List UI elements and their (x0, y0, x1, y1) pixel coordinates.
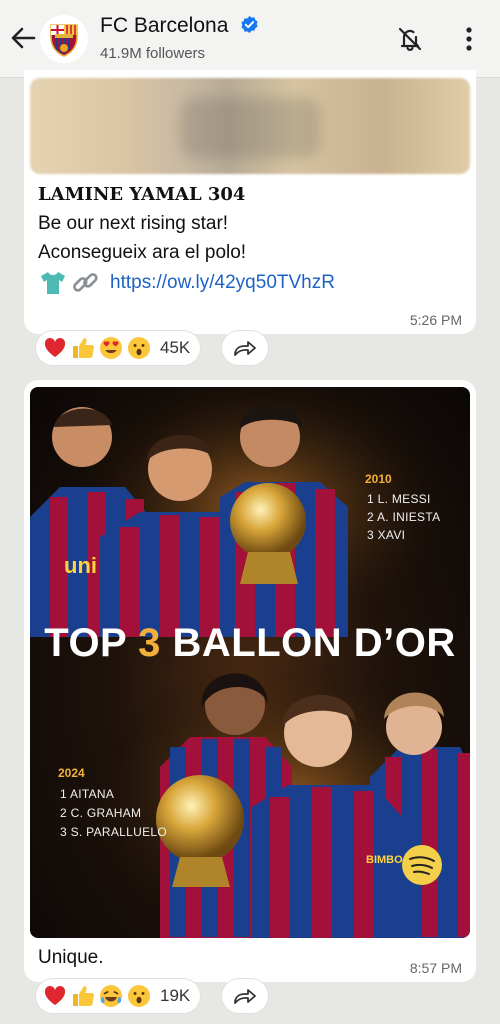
back-arrow-icon[interactable] (8, 23, 38, 53)
message-time: 8:57 PM (409, 960, 462, 976)
channel-header: FC Barcelona 41.9M followers (0, 0, 500, 78)
link-chain-icon (73, 273, 98, 292)
reactions-bar[interactable]: 45K (36, 331, 201, 365)
channel-name[interactable]: FC Barcelona (100, 14, 259, 38)
message-link[interactable]: https://ow.ly/42yq50TVhzR (110, 272, 335, 294)
shirt-sponsor-text: uni (64, 553, 97, 578)
men-year-label: 2010 (365, 472, 392, 486)
verified-badge-icon (241, 15, 258, 34)
tears-of-joy-emoji-icon (100, 985, 122, 1007)
message-text-line: Aconsegueix ara el polo! (38, 242, 247, 263)
forward-button[interactable] (222, 331, 268, 365)
forward-icon (234, 341, 256, 356)
men-rank-1: 1 L. MESSI (367, 492, 431, 506)
forward-button[interactable] (222, 979, 268, 1013)
forward-icon (234, 989, 256, 1004)
message-time: 5:26 PM (409, 312, 462, 328)
surprised-emoji-icon (128, 985, 150, 1007)
reaction-count: 19K (160, 986, 191, 1005)
mute-notifications-icon[interactable] (396, 25, 424, 53)
more-options-icon[interactable] (460, 25, 478, 53)
message-image-preview[interactable] (30, 78, 470, 174)
message-text-line: Be our next rising star! (38, 213, 229, 234)
thumbs-up-emoji-icon (73, 986, 95, 1006)
channel-avatar[interactable] (40, 15, 88, 63)
poster-title: TOP 3 BALLON D’OR (44, 621, 456, 665)
reaction-count: 45K (160, 338, 191, 357)
women-rank-1: 1 AITANA (60, 787, 115, 801)
t-shirt-icon (41, 272, 65, 294)
men-rank-2: 2 A. INIESTA (367, 510, 441, 524)
message-bubble[interactable]: uni BIMBO TOP 3 BALLON D’OR 2010 1 L. ME… (24, 380, 476, 982)
heart-eyes-emoji-icon (100, 337, 122, 359)
message-title: LAMINE YAMAL 304 (38, 184, 246, 205)
shirt-sponsor-text: BIMBO (366, 854, 403, 866)
surprised-emoji-icon (128, 337, 150, 359)
ballon-dor-poster-image[interactable]: uni BIMBO TOP 3 BALLON D’OR 2010 1 L. ME… (30, 387, 470, 938)
reactions-bar[interactable]: 19K (36, 979, 201, 1013)
thumbs-up-emoji-icon (73, 338, 95, 358)
women-year-label: 2024 (58, 766, 85, 780)
fc-barcelona-crest-icon (40, 15, 88, 63)
women-rank-2: 2 C. GRAHAM (60, 806, 142, 820)
followers-count: 41.9M followers (100, 45, 206, 62)
men-rank-3: 3 XAVI (367, 528, 406, 542)
message-caption: Unique. (38, 947, 104, 968)
heart-emoji-icon (44, 337, 66, 357)
women-rank-3: 3 S. PARALLUELO (60, 825, 167, 839)
heart-emoji-icon (44, 985, 66, 1005)
link-row: https://ow.ly/42yq50TVhzR (38, 270, 335, 296)
message-bubble[interactable]: LAMINE YAMAL 304 Be our next rising star… (24, 70, 476, 334)
